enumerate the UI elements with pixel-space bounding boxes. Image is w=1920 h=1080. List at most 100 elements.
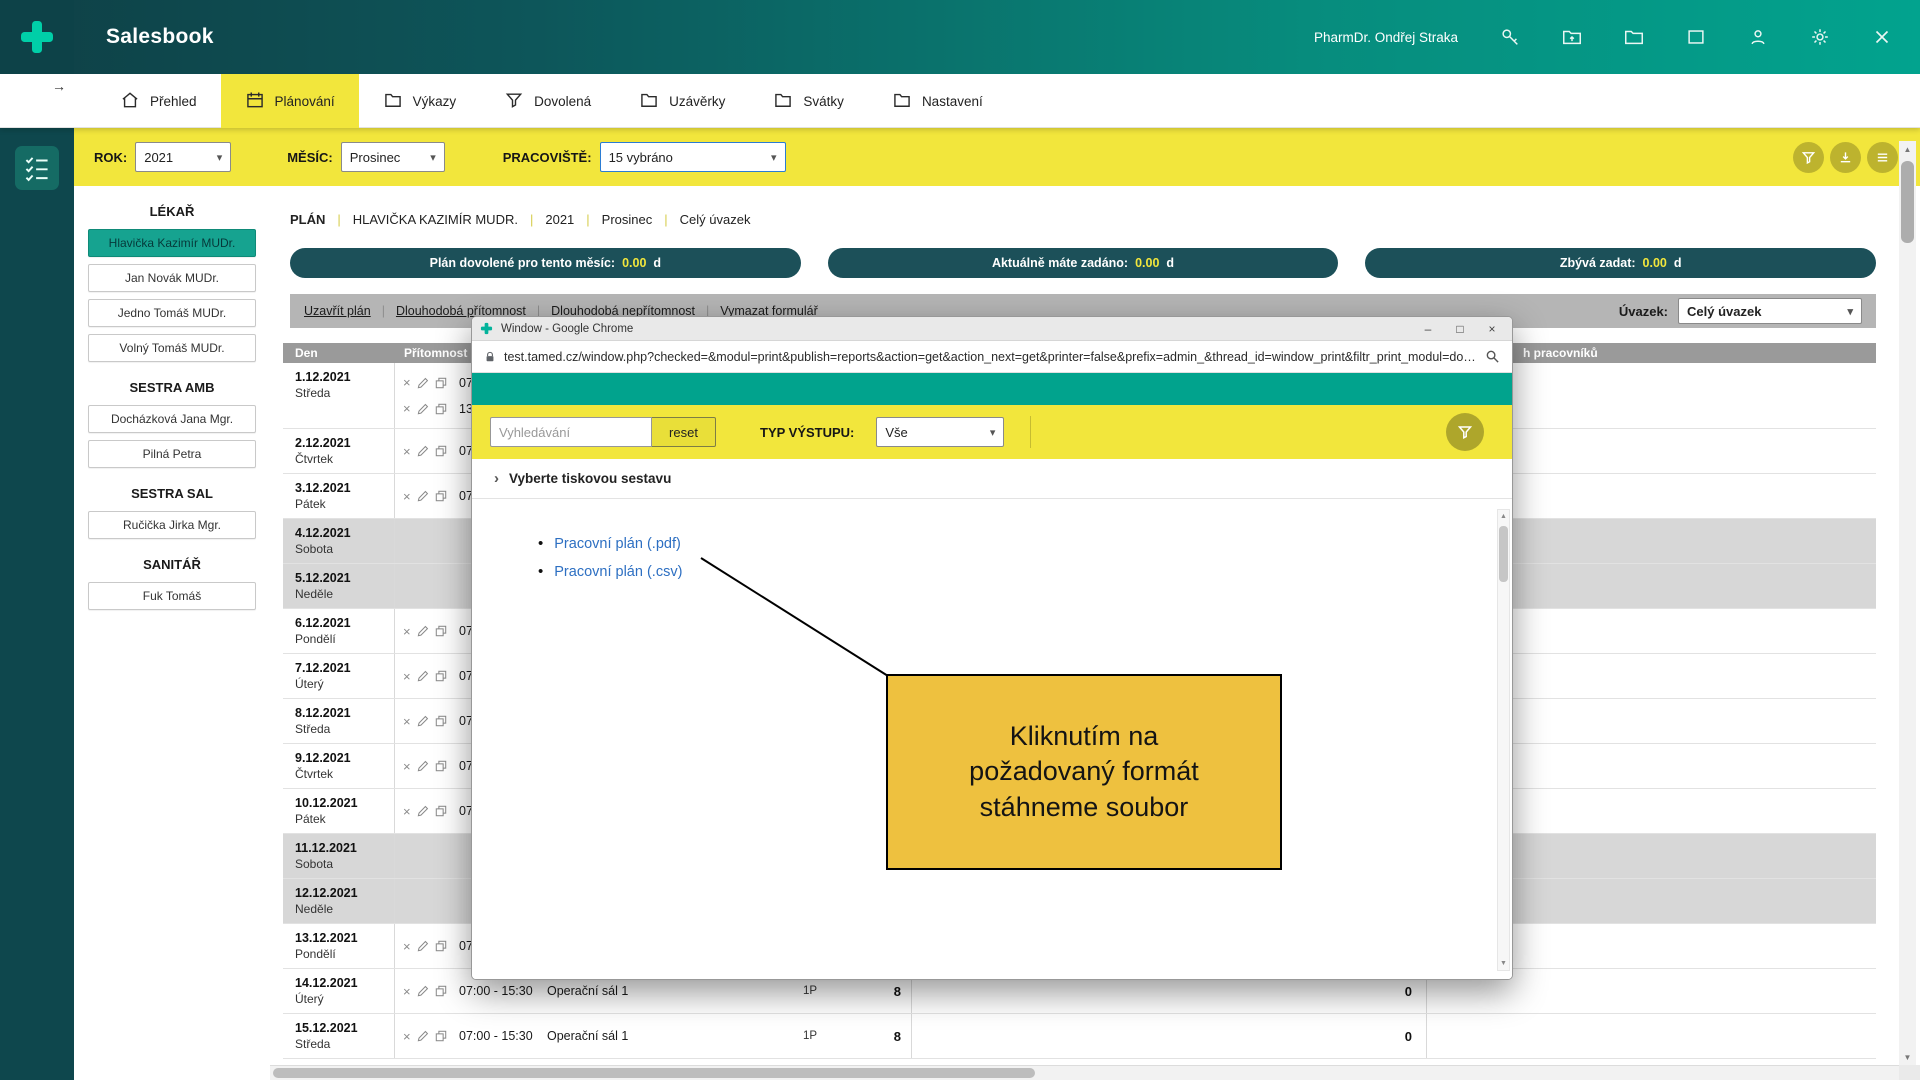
copy-icon[interactable] (435, 940, 447, 952)
key-icon[interactable] (1498, 25, 1522, 49)
scroll-down-arrow[interactable]: ▼ (1899, 1049, 1916, 1065)
edit-icon[interactable] (417, 715, 429, 727)
edit-icon[interactable] (417, 403, 429, 415)
tab-svatky[interactable]: Svátky (749, 74, 868, 128)
user-icon[interactable] (1746, 25, 1770, 49)
year-select[interactable]: 2021 ▾ (135, 142, 231, 172)
delete-icon[interactable]: × (403, 985, 411, 998)
staff-item[interactable]: Volný Tomáš MUDr. (88, 334, 256, 362)
horizontal-scrollbar[interactable] (270, 1065, 1920, 1080)
window-icon[interactable] (1684, 25, 1708, 49)
month-select[interactable]: Prosinec ▾ (341, 142, 445, 172)
delete-icon[interactable]: × (403, 940, 411, 953)
month-select-value: Prosinec (350, 150, 401, 165)
folder-icon[interactable] (1622, 25, 1646, 49)
reset-button[interactable]: reset (652, 417, 716, 447)
copy-icon[interactable] (435, 403, 447, 415)
report-section-header[interactable]: › Vyberte tiskovou sestavu (472, 459, 1512, 499)
delete-icon[interactable]: × (403, 490, 411, 503)
copy-icon[interactable] (435, 715, 447, 727)
zoom-icon[interactable] (1485, 349, 1500, 364)
staff-item[interactable]: Hlavička Kazimír MUDr. (88, 229, 256, 257)
copy-icon[interactable] (435, 490, 447, 502)
popup-titlebar[interactable]: Window - Google Chrome – □ × (472, 317, 1512, 341)
tab-vykazy[interactable]: Výkazy (359, 74, 481, 128)
workload-select[interactable]: Celý úvazek ▾ (1678, 298, 1862, 324)
staff-item[interactable]: Ručička Jirka Mgr. (88, 511, 256, 539)
folder-export-icon[interactable] (1560, 25, 1584, 49)
scroll-up-arrow[interactable]: ▲ (1498, 510, 1509, 523)
edit-icon[interactable] (417, 670, 429, 682)
filter-button[interactable] (1793, 142, 1824, 173)
edit-icon[interactable] (417, 445, 429, 457)
row-right-value: 0 (1405, 1029, 1412, 1044)
edit-icon[interactable] (417, 625, 429, 637)
weekday-label: Neděle (295, 587, 394, 601)
close-icon[interactable] (1870, 25, 1894, 49)
popup-scrollbar[interactable]: ▲ ▼ (1497, 509, 1510, 971)
report-link-csv[interactable]: Pracovní plán (.csv) (554, 564, 682, 580)
breadcrumb-item: PLÁN (290, 212, 325, 227)
chevron-down-icon: ▾ (771, 151, 777, 164)
staff-item[interactable]: Docházková Jana Mgr. (88, 405, 256, 433)
delete-icon[interactable]: × (403, 445, 411, 458)
popup-scrollbar-thumb[interactable] (1499, 526, 1508, 582)
download-button[interactable] (1830, 142, 1861, 173)
collapse-arrow[interactable]: → (52, 78, 66, 94)
popup-address-bar[interactable]: test.tamed.cz/window.php?checked=&modul=… (472, 341, 1512, 373)
pill-unit: d (1674, 256, 1682, 270)
report-link-pdf[interactable]: Pracovní plán (.pdf) (554, 536, 681, 552)
scroll-down-arrow[interactable]: ▼ (1498, 957, 1509, 970)
copy-icon[interactable] (435, 625, 447, 637)
vertical-scrollbar[interactable]: ▲ ▼ (1899, 141, 1916, 1065)
edit-icon[interactable] (417, 805, 429, 817)
maximize-button[interactable]: □ (1444, 318, 1476, 340)
staff-item[interactable]: Jedno Tomáš MUDr. (88, 299, 256, 327)
minimize-button[interactable]: – (1412, 318, 1444, 340)
delete-icon[interactable]: × (403, 402, 411, 415)
copy-icon[interactable] (435, 1030, 447, 1042)
edit-icon[interactable] (417, 985, 429, 997)
delete-icon[interactable]: × (403, 670, 411, 683)
output-type-select[interactable]: Vše ▾ (876, 417, 1004, 447)
tab-nastaveni[interactable]: Nastavení (868, 74, 1007, 128)
popup-filter-button[interactable] (1446, 413, 1484, 451)
filter-bar: ROK: 2021 ▾ MĚSÍC: Prosinec ▾ PRACOVIŠTĚ… (74, 128, 1920, 186)
tab-prehled[interactable]: Přehled (96, 74, 221, 128)
tab-uzaverky[interactable]: Uzávěrky (615, 74, 749, 128)
staff-item[interactable]: Jan Novák MUDr. (88, 264, 256, 292)
checklist-button[interactable] (15, 146, 59, 190)
edit-icon[interactable] (417, 377, 429, 389)
edit-icon[interactable] (417, 760, 429, 772)
tab-dovolena[interactable]: Dovolená (480, 74, 615, 128)
copy-icon[interactable] (435, 445, 447, 457)
edit-icon[interactable] (417, 940, 429, 952)
tab-planovani[interactable]: Plánování (221, 74, 359, 128)
delete-icon[interactable]: × (403, 376, 411, 389)
gear-icon[interactable] (1808, 25, 1832, 49)
workplace-select[interactable]: 15 vybráno ▾ (600, 142, 786, 172)
copy-icon[interactable] (435, 985, 447, 997)
copy-icon[interactable] (435, 670, 447, 682)
delete-icon[interactable]: × (403, 760, 411, 773)
delete-icon[interactable]: × (403, 1030, 411, 1043)
delete-icon[interactable]: × (403, 805, 411, 818)
horizontal-scrollbar-thumb[interactable] (273, 1068, 1035, 1078)
search-input[interactable] (490, 417, 652, 447)
copy-icon[interactable] (435, 805, 447, 817)
annotation-text-line: stáhneme soubor (980, 790, 1189, 826)
vertical-scrollbar-thumb[interactable] (1901, 161, 1914, 243)
edit-icon[interactable] (417, 490, 429, 502)
close-window-button[interactable]: × (1476, 318, 1508, 340)
delete-icon[interactable]: × (403, 715, 411, 728)
edit-icon[interactable] (417, 1030, 429, 1042)
scroll-up-arrow[interactable]: ▲ (1899, 141, 1916, 157)
close-plan-link[interactable]: Uzavřít plán (304, 304, 371, 318)
delete-icon[interactable]: × (403, 625, 411, 638)
menu-button[interactable] (1867, 142, 1898, 173)
staff-item[interactable]: Pilná Petra (88, 440, 256, 468)
copy-icon[interactable] (435, 377, 447, 389)
funnel-icon (1457, 424, 1473, 440)
copy-icon[interactable] (435, 760, 447, 772)
staff-item[interactable]: Fuk Tomáš (88, 582, 256, 610)
